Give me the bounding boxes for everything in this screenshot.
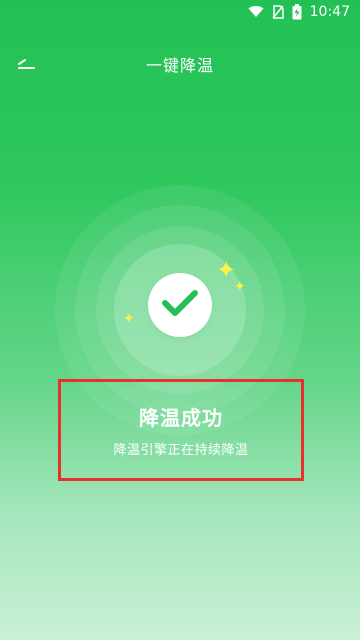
result-subtitle: 降温引擎正在持续降温 (113, 443, 249, 458)
result-highlight-box: 降温成功 降温引擎正在持续降温 (58, 379, 304, 481)
sparkle-icon: ✦ (234, 279, 246, 295)
status-time: 10:47 (309, 4, 350, 20)
wifi-icon (248, 6, 264, 18)
result-title: 降温成功 (139, 406, 223, 430)
success-badge (148, 273, 212, 337)
battery-charging-icon (292, 4, 302, 20)
page-title: 一键降温 (145, 56, 214, 75)
back-button[interactable] (10, 48, 42, 80)
sparkle-icon: ✦ (123, 311, 135, 327)
no-sim-icon (272, 5, 284, 19)
app-bar: 一键降温 (0, 40, 360, 88)
check-icon (161, 288, 199, 322)
back-arrow-icon (16, 55, 36, 74)
status-bar: 10:47 (0, 0, 360, 24)
